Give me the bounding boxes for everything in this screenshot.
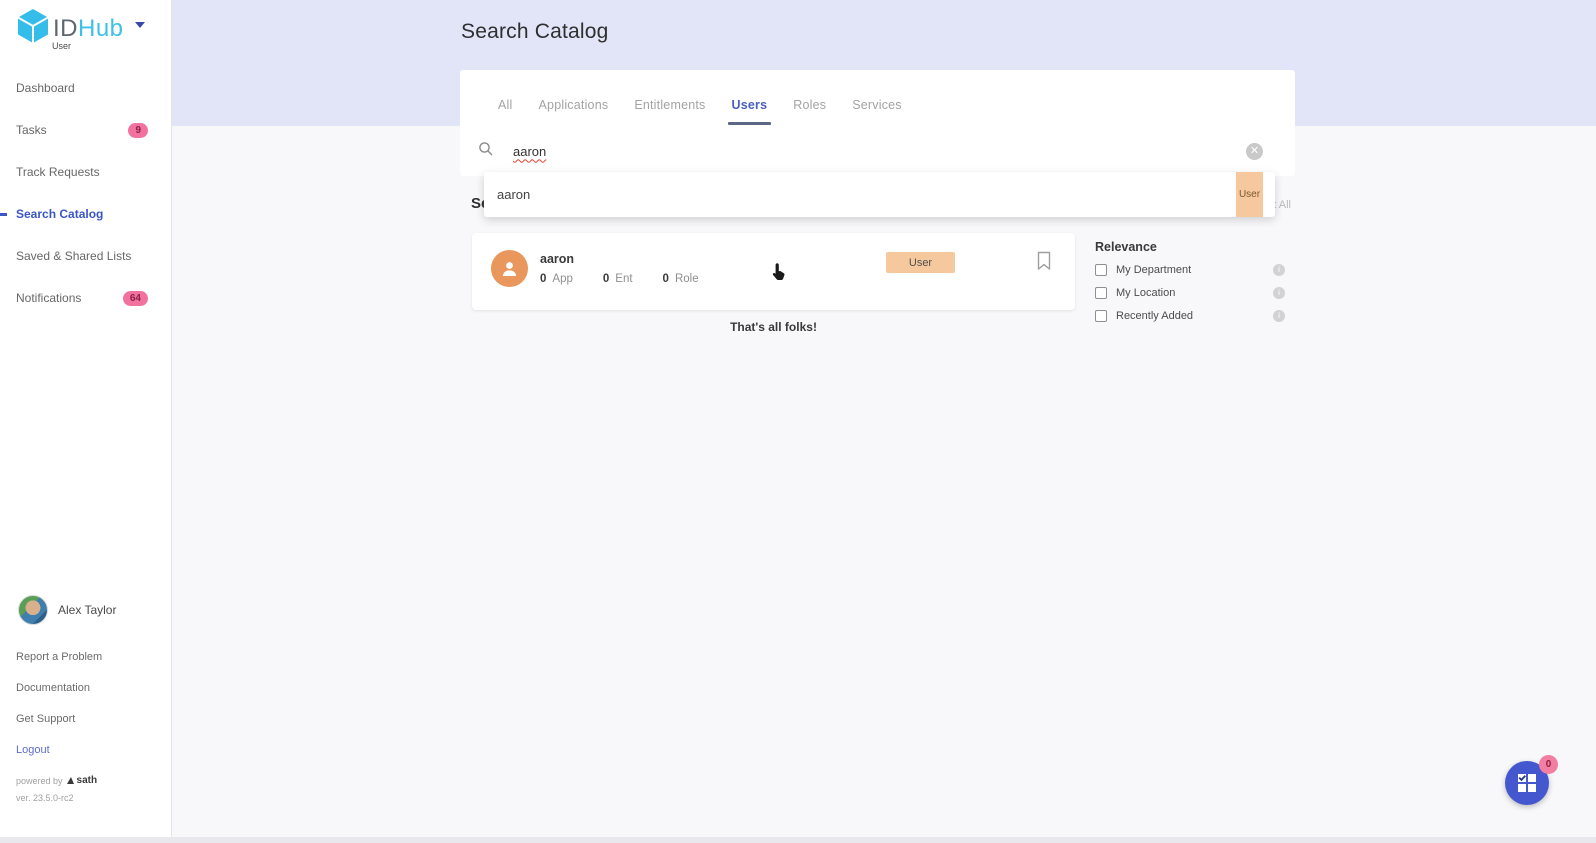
- version-label: ver. 23.5.0-rc2: [16, 793, 74, 803]
- stat-ent-count: 0: [603, 273, 609, 285]
- sidebar-item-label: Track Requests: [16, 165, 100, 179]
- sidebar-item-label: Search Catalog: [16, 207, 103, 221]
- grid-check-icon: [1517, 773, 1537, 793]
- search-input[interactable]: aaron: [513, 144, 546, 159]
- info-icon[interactable]: i: [1273, 287, 1285, 299]
- sidebar-item-label: Dashboard: [16, 81, 75, 95]
- tab-bar: All Applications Entitlements Users Role…: [460, 70, 1295, 126]
- sidebar-item-label: Saved & Shared Lists: [16, 249, 131, 263]
- tab-users[interactable]: Users: [732, 98, 768, 112]
- recently-added-label: Recently Added: [1116, 310, 1193, 322]
- relevance-option-my-department: My Department i: [1095, 263, 1285, 277]
- bottom-edge-strip: [0, 837, 1596, 843]
- suggestion-text: aaron: [497, 187, 530, 202]
- relevance-panel: Relevance My Department i My Location i …: [1095, 240, 1285, 323]
- end-of-results-message: That's all folks!: [472, 320, 1075, 334]
- result-card-aaron[interactable]: aaron 0 App 0 Ent 0 Role User: [472, 233, 1075, 310]
- brand-name: IDHub: [53, 15, 124, 43]
- sidebar-item-dashboard[interactable]: Dashboard: [0, 67, 172, 109]
- tab-entitlements[interactable]: Entitlements: [634, 98, 705, 112]
- stat-ent: 0 Ent: [603, 273, 633, 285]
- sidebar-item-tasks[interactable]: Tasks 9: [0, 109, 172, 151]
- sidebar-item-notifications[interactable]: Notifications 64: [0, 277, 172, 319]
- portal-role-label: User: [52, 41, 71, 51]
- sidebar-item-label: Notifications: [16, 291, 81, 305]
- tab-applications[interactable]: Applications: [539, 98, 609, 112]
- tab-all[interactable]: All: [498, 98, 513, 112]
- sidebar-item-saved-shared-lists[interactable]: Saved & Shared Lists: [0, 235, 172, 277]
- page-title: Search Catalog: [461, 20, 609, 44]
- idhub-hexagon-icon: [16, 8, 50, 49]
- stat-app-label: App: [552, 273, 572, 285]
- relevance-option-recently-added: Recently Added i: [1095, 309, 1285, 323]
- user-avatar-icon: [491, 250, 528, 287]
- sidebar-nav: Dashboard Tasks 9 Track Requests Search …: [0, 67, 172, 319]
- sath-brand-name: sath: [77, 775, 98, 786]
- brand-dropdown-caret-icon[interactable]: [135, 22, 145, 28]
- sidebar-item-label: Tasks: [16, 123, 47, 137]
- sidebar-item-search-catalog[interactable]: Search Catalog: [0, 193, 172, 235]
- stat-app-count: 0: [540, 273, 546, 285]
- result-type-badge: User: [886, 252, 955, 273]
- search-icon: [478, 141, 494, 162]
- suggestion-type-badge: User: [1236, 172, 1263, 217]
- stat-role: 0 Role: [663, 273, 699, 285]
- sidebar-item-track-requests[interactable]: Track Requests: [0, 151, 172, 193]
- result-name: aaron: [540, 252, 574, 266]
- search-card: All Applications Entitlements Users Role…: [460, 70, 1295, 176]
- get-support-link[interactable]: Get Support: [16, 713, 75, 725]
- documentation-link[interactable]: Documentation: [16, 682, 90, 694]
- sath-mark-icon: [67, 777, 75, 785]
- info-icon[interactable]: i: [1273, 264, 1285, 276]
- search-bar[interactable]: aaron ✕: [460, 126, 1295, 176]
- relevance-title: Relevance: [1095, 240, 1285, 254]
- fab-count-badge: 0: [1539, 755, 1558, 774]
- my-location-checkbox[interactable]: [1095, 287, 1107, 299]
- current-user-row[interactable]: Alex Taylor: [18, 595, 116, 625]
- powered-by-row: powered by sath: [16, 775, 97, 786]
- tasks-count-badge: 9: [128, 123, 148, 138]
- brand-name-hub: Hub: [78, 15, 124, 42]
- user-name: Alex Taylor: [58, 603, 116, 617]
- brand-name-id: ID: [53, 15, 78, 42]
- stat-role-count: 0: [663, 273, 669, 285]
- bookmark-icon[interactable]: [1036, 251, 1052, 276]
- recently-added-checkbox[interactable]: [1095, 310, 1107, 322]
- notifications-count-badge: 64: [123, 291, 148, 306]
- info-icon[interactable]: i: [1273, 310, 1285, 322]
- stat-role-label: Role: [675, 273, 699, 285]
- relevance-option-my-location: My Location i: [1095, 286, 1285, 300]
- powered-by-label: powered by: [16, 776, 63, 786]
- sidebar: IDHub User Dashboard Tasks 9 Track Reque…: [0, 0, 172, 837]
- clear-search-button[interactable]: ✕: [1246, 143, 1263, 160]
- my-department-checkbox[interactable]: [1095, 264, 1107, 276]
- sath-logo: sath: [67, 775, 98, 786]
- logout-link[interactable]: Logout: [16, 744, 50, 756]
- my-department-label: My Department: [1116, 264, 1191, 276]
- user-photo-avatar: [18, 595, 48, 625]
- report-problem-link[interactable]: Report a Problem: [16, 651, 102, 663]
- tab-services[interactable]: Services: [852, 98, 902, 112]
- my-location-label: My Location: [1116, 287, 1175, 299]
- stat-app: 0 App: [540, 273, 573, 285]
- tab-roles[interactable]: Roles: [793, 98, 826, 112]
- stat-ent-label: Ent: [615, 273, 632, 285]
- search-suggestion-row[interactable]: aaron User: [484, 172, 1275, 217]
- result-stats: 0 App 0 Ent 0 Role: [540, 273, 699, 285]
